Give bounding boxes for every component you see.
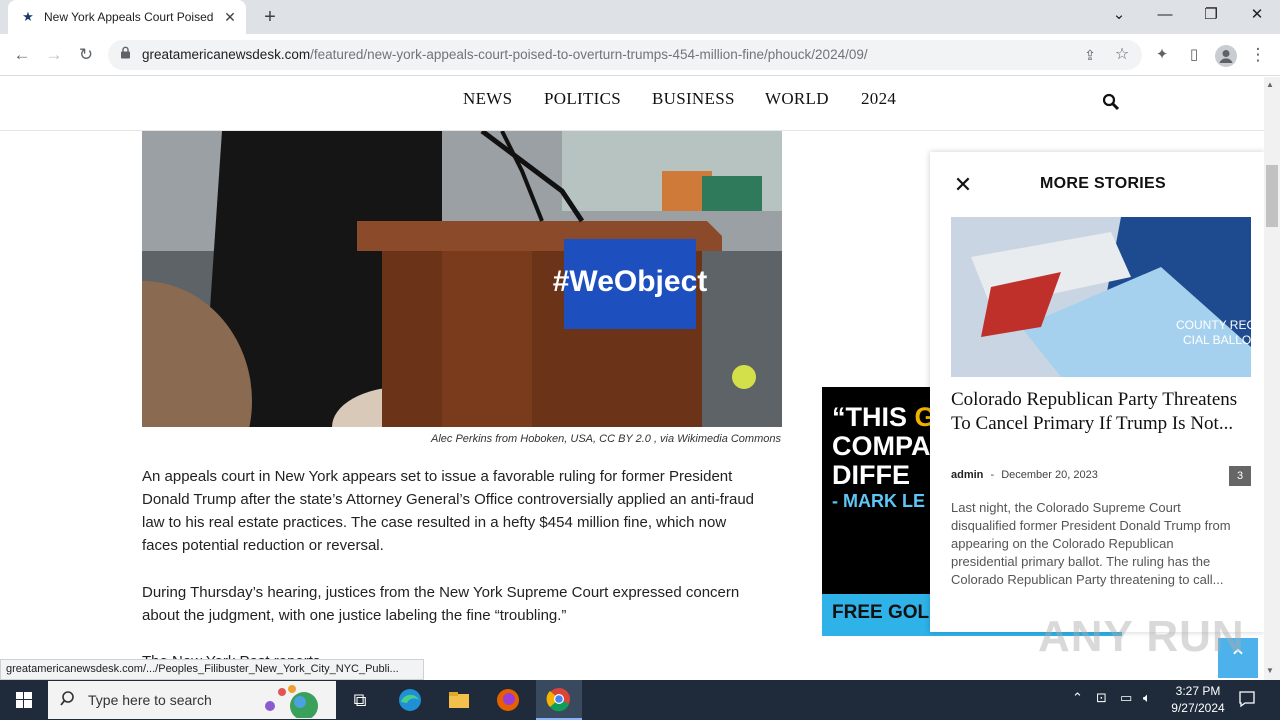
more-stories-heading: MORE STORIES	[1040, 175, 1166, 192]
status-bar-link-preview: greatamericanewsdesk.com/.../Peoples_Fil…	[0, 659, 424, 680]
comment-count-badge[interactable]: 3	[1229, 466, 1251, 486]
clock-date: 9/27/2024	[1171, 701, 1225, 715]
bookmark-star-icon[interactable]: ☆	[1112, 45, 1132, 65]
clock-time: 3:27 PM	[1175, 684, 1221, 698]
tab-search-chevron-icon[interactable]: ⌄	[1096, 0, 1142, 30]
url-text[interactable]: greatamericanewsdesk.com/featured/new-yo…	[142, 47, 868, 62]
story-meta: admin - December 20, 2023	[951, 469, 1098, 481]
watermark-logo: ANY RUN	[1038, 612, 1245, 661]
firefox-icon[interactable]	[492, 684, 524, 716]
close-icon[interactable]: ✕	[952, 172, 974, 198]
article-paragraph: During Thursday’s hearing, justices from…	[142, 584, 740, 624]
reload-icon[interactable]: ↻	[76, 45, 96, 65]
nav-item-world[interactable]: WORLD	[765, 89, 829, 109]
tray-device-icon[interactable]: ⊡	[1096, 690, 1107, 706]
story-author[interactable]: admin	[951, 469, 983, 481]
chrome-taskbar-button[interactable]	[536, 680, 582, 720]
meta-separator: -	[990, 469, 995, 481]
taskbar-search-placeholder: Type here to search	[88, 692, 212, 708]
notification-icon[interactable]	[1238, 690, 1256, 713]
restore-button[interactable]: ❐	[1188, 0, 1234, 30]
article-paragraph: An appeals court in New York appears set…	[142, 468, 754, 554]
url-path: /featured/new-york-appeals-court-poised-…	[310, 47, 868, 62]
taskbar-search-box[interactable]: Type here to search	[48, 681, 336, 720]
article-hero-image: #WeObject	[142, 131, 782, 427]
start-button[interactable]	[0, 680, 48, 720]
url-host: greatamericanewsdesk.com	[142, 47, 311, 62]
browser-tab[interactable]: ★ New York Appeals Court Poised ✕	[8, 0, 246, 34]
scrollbar-thumb[interactable]	[1266, 165, 1278, 227]
nav-item-news[interactable]: NEWS	[463, 89, 512, 109]
volume-icon[interactable]: 🔈︎	[1143, 690, 1151, 706]
share-icon[interactable]: ⇪	[1080, 45, 1100, 65]
new-tab-button[interactable]: +	[258, 5, 282, 29]
svg-text:COUNTY REGISTR: COUNTY REGISTR	[1176, 318, 1251, 332]
search-highlight-globe-icon	[260, 684, 330, 723]
chrome-icon	[546, 688, 570, 712]
scroll-down-arrow-icon[interactable]: ▼	[1266, 666, 1274, 675]
podium-sign-text: #WeObject	[553, 265, 708, 298]
chrome-menu-icon[interactable]: ⋮	[1248, 45, 1268, 65]
site-navigation	[0, 77, 1264, 131]
site-favicon-icon: ★	[22, 9, 34, 24]
profile-avatar-icon[interactable]	[1215, 45, 1237, 67]
edge-browser-icon[interactable]	[394, 684, 426, 716]
task-view-icon[interactable]: ⧉	[344, 684, 376, 716]
nav-item-business[interactable]: BUSINESS	[652, 89, 735, 109]
scroll-up-arrow-icon[interactable]: ▲	[1266, 80, 1274, 89]
tray-chevron-icon[interactable]: ⌃	[1072, 690, 1083, 706]
minimize-button[interactable]: —	[1142, 0, 1188, 30]
search-icon[interactable]	[1102, 93, 1120, 111]
back-arrow-icon[interactable]: ←	[12, 45, 32, 65]
network-icon[interactable]: ▭	[1120, 690, 1132, 706]
story-thumbnail[interactable]: COUNTY REGISTR CIAL BALLOT D	[951, 217, 1251, 377]
side-panel-icon[interactable]: ▯	[1184, 45, 1204, 65]
tab-close-icon[interactable]: ✕	[222, 9, 238, 26]
image-caption: Alec Perkins from Hoboken, USA, CC BY 2.…	[431, 433, 781, 445]
taskbar-clock[interactable]: 3:27 PM 9/27/2024	[1160, 683, 1236, 717]
close-window-button[interactable]: ✕	[1234, 0, 1280, 30]
lock-icon[interactable]	[120, 46, 131, 62]
file-explorer-icon[interactable]	[443, 684, 475, 716]
ad-attribution: - MARK LE	[832, 491, 925, 511]
search-icon	[60, 690, 78, 713]
tab-title: New York Appeals Court Poised	[44, 10, 214, 24]
nav-item-2024[interactable]: 2024	[861, 89, 896, 109]
nav-item-politics[interactable]: POLITICS	[544, 89, 621, 109]
story-excerpt: Last night, the Colorado Supreme Court d…	[951, 500, 1231, 587]
forward-arrow-icon[interactable]: →	[44, 45, 64, 65]
story-title-link[interactable]: Colorado Republican Party Threatens To C…	[951, 388, 1241, 436]
extensions-puzzle-icon[interactable]: ✦	[1152, 45, 1172, 65]
svg-text:CIAL BALLOT D: CIAL BALLOT D	[1183, 333, 1251, 347]
story-date: December 20, 2023	[1001, 469, 1098, 481]
